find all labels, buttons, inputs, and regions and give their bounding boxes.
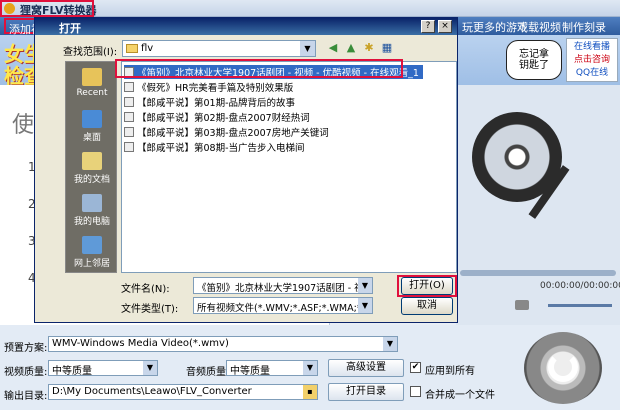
online-consult-ad[interactable]: 在线看播 点击咨询 QQ在线: [566, 38, 618, 82]
chevron-down-icon[interactable]: ▼: [143, 361, 157, 375]
view-menu-icon[interactable]: ▦: [379, 40, 395, 56]
audio-quality-label: 音频质量:: [186, 367, 230, 378]
playback-timeline[interactable]: [460, 270, 616, 276]
advanced-settings-button[interactable]: 高级设置: [328, 359, 404, 377]
filetype-label: 文件类型(T):: [121, 304, 179, 315]
places-bar: Recent 桌面 我的文档 我的电脑 网上邻居: [65, 61, 117, 273]
file-item[interactable]: 【郎咸平说】第08期-当广告步入电梯间: [124, 140, 305, 154]
file-item[interactable]: 【郎咸平说】第02期-盘点2007财经热词: [124, 110, 310, 124]
audio-quality-value: 中等质量: [230, 366, 270, 376]
file-name: 【郎咸平说】第08期-当广告步入电梯间: [137, 143, 305, 154]
computer-icon: [82, 194, 102, 212]
video-file-icon: [124, 97, 134, 107]
title-highlight-box: [0, 0, 94, 17]
snapshot-camera-icon[interactable]: [515, 300, 529, 310]
qq-online-link[interactable]: QQ在线: [567, 67, 617, 80]
place-network[interactable]: 网上邻居: [66, 234, 118, 274]
look-in-select[interactable]: flv ▼: [122, 40, 316, 57]
nav-link-download[interactable]: 下载视频: [517, 19, 561, 35]
ad-line-2: 点击咨询: [573, 55, 610, 65]
speech-bubble: 忘记拿 钥匙了: [506, 40, 562, 80]
audio-quality-select[interactable]: 中等质量 ▼: [226, 360, 318, 376]
merge-checkbox[interactable]: [410, 386, 421, 397]
video-quality-select[interactable]: 中等质量 ▼: [48, 360, 158, 376]
volume-slider[interactable]: [548, 304, 612, 307]
folder-icon: [126, 44, 138, 53]
documents-icon: [82, 152, 102, 170]
place-label: Recent: [76, 88, 108, 98]
place-label: 桌面: [82, 133, 101, 143]
open-file-dialog: 打开 ? × 查找范围(I): flv ▼ ◀ ▲ ✱ ▦ Recent 桌面 …: [34, 17, 458, 323]
open-directory-button[interactable]: 打开目录: [328, 383, 404, 401]
refresh-arrow-icon: [548, 352, 578, 382]
place-recent[interactable]: Recent: [66, 66, 118, 106]
look-in-value: flv: [141, 43, 154, 54]
up-folder-icon[interactable]: ▲: [343, 40, 359, 56]
file-name: 《假死》HR完美看手篇及特别效果版: [137, 83, 294, 94]
preset-select[interactable]: WMV-Windows Media Video(*.wmv) ▼: [48, 336, 398, 352]
file-item[interactable]: 【郎咸平说】第01期-品牌背后的故事: [124, 95, 295, 109]
convert-start-button[interactable]: [524, 332, 602, 404]
video-quality-label: 视频质量:: [4, 367, 48, 378]
new-folder-icon[interactable]: ✱: [361, 40, 377, 56]
apply-all-label: 应用到所有: [425, 366, 475, 377]
place-documents[interactable]: 我的文档: [66, 150, 118, 190]
dialog-title-bar: 打开 ? ×: [35, 18, 457, 35]
close-button[interactable]: ×: [438, 20, 452, 33]
recent-icon: [82, 68, 102, 86]
chevron-down-icon[interactable]: ▼: [358, 278, 372, 293]
file-name: 【郎咸平说】第02期-盘点2007财经热词: [137, 113, 310, 124]
output-dir-field[interactable]: D:\My Documents\Leawo\FLV_Converter ▪: [48, 384, 318, 400]
merge-label: 合并成一个文件: [425, 390, 495, 401]
filetype-select[interactable]: 所有视频文件(*.WMV;*.ASF;*.WMA;*.AVI; ▼: [193, 297, 373, 314]
place-label: 网上邻居: [73, 259, 110, 269]
place-desktop[interactable]: 桌面: [66, 108, 118, 148]
file-item[interactable]: 【郎咸平说】第03期-盘点2007房地产关键词: [124, 125, 329, 139]
chevron-down-icon[interactable]: ▼: [300, 41, 315, 56]
filename-value: 《笛别》北京林业大学1907话剧团 - 视频: [197, 283, 373, 294]
open-button-highlight-box: [397, 275, 457, 297]
folder-icon[interactable]: ▪: [303, 385, 317, 399]
cancel-button[interactable]: 取消: [401, 297, 453, 315]
file-item[interactable]: 《假死》HR完美看手篇及特别效果版: [124, 80, 293, 94]
output-dir-value: D:\My Documents\Leawo\FLV_Converter: [52, 386, 252, 397]
filename-input[interactable]: 《笛别》北京林业大学1907话剧团 - 视频 ▼: [193, 277, 373, 294]
video-file-icon: [124, 142, 134, 152]
video-quality-value: 中等质量: [52, 366, 92, 376]
network-icon: [82, 236, 102, 254]
filename-label: 文件名(N):: [121, 284, 170, 295]
preset-value: WMV-Windows Media Video(*.wmv): [52, 338, 229, 349]
chevron-down-icon[interactable]: ▼: [383, 337, 397, 351]
video-file-icon: [124, 82, 134, 92]
place-computer[interactable]: 我的电脑: [66, 192, 118, 232]
filetype-value: 所有视频文件(*.WMV;*.ASF;*.WMA;*.AVI;: [197, 303, 373, 314]
desktop-icon: [82, 110, 102, 128]
place-label: 我的文档: [73, 175, 110, 185]
apply-all-checkbox[interactable]: ✔: [410, 362, 421, 373]
look-in-label: 查找范围(I):: [63, 47, 118, 58]
output-dir-label: 输出目录:: [4, 391, 48, 402]
video-file-icon: [124, 127, 134, 137]
playback-time: 00:00:00/00:00:00: [540, 281, 620, 291]
dialog-title: 打开: [59, 22, 81, 35]
chevron-down-icon[interactable]: ▼: [303, 361, 317, 375]
ad-line-1: 在线看播: [573, 42, 610, 52]
selection-highlight-box: [115, 59, 403, 78]
video-file-icon: [124, 112, 134, 122]
help-button[interactable]: ?: [421, 20, 435, 33]
back-icon[interactable]: ◀: [325, 40, 341, 56]
file-name: 【郎咸平说】第03期-盘点2007房地产关键词: [137, 128, 329, 139]
preset-label: 预置方案:: [4, 343, 48, 354]
place-label: 我的电脑: [73, 217, 110, 227]
file-list: 《笛别》北京林业大学1907话剧团 - 视频 - 优酷视频 - 在线观看_1 《…: [121, 61, 457, 273]
file-name: 【郎咸平说】第01期-品牌背后的故事: [137, 98, 296, 109]
chevron-down-icon[interactable]: ▼: [358, 298, 372, 313]
